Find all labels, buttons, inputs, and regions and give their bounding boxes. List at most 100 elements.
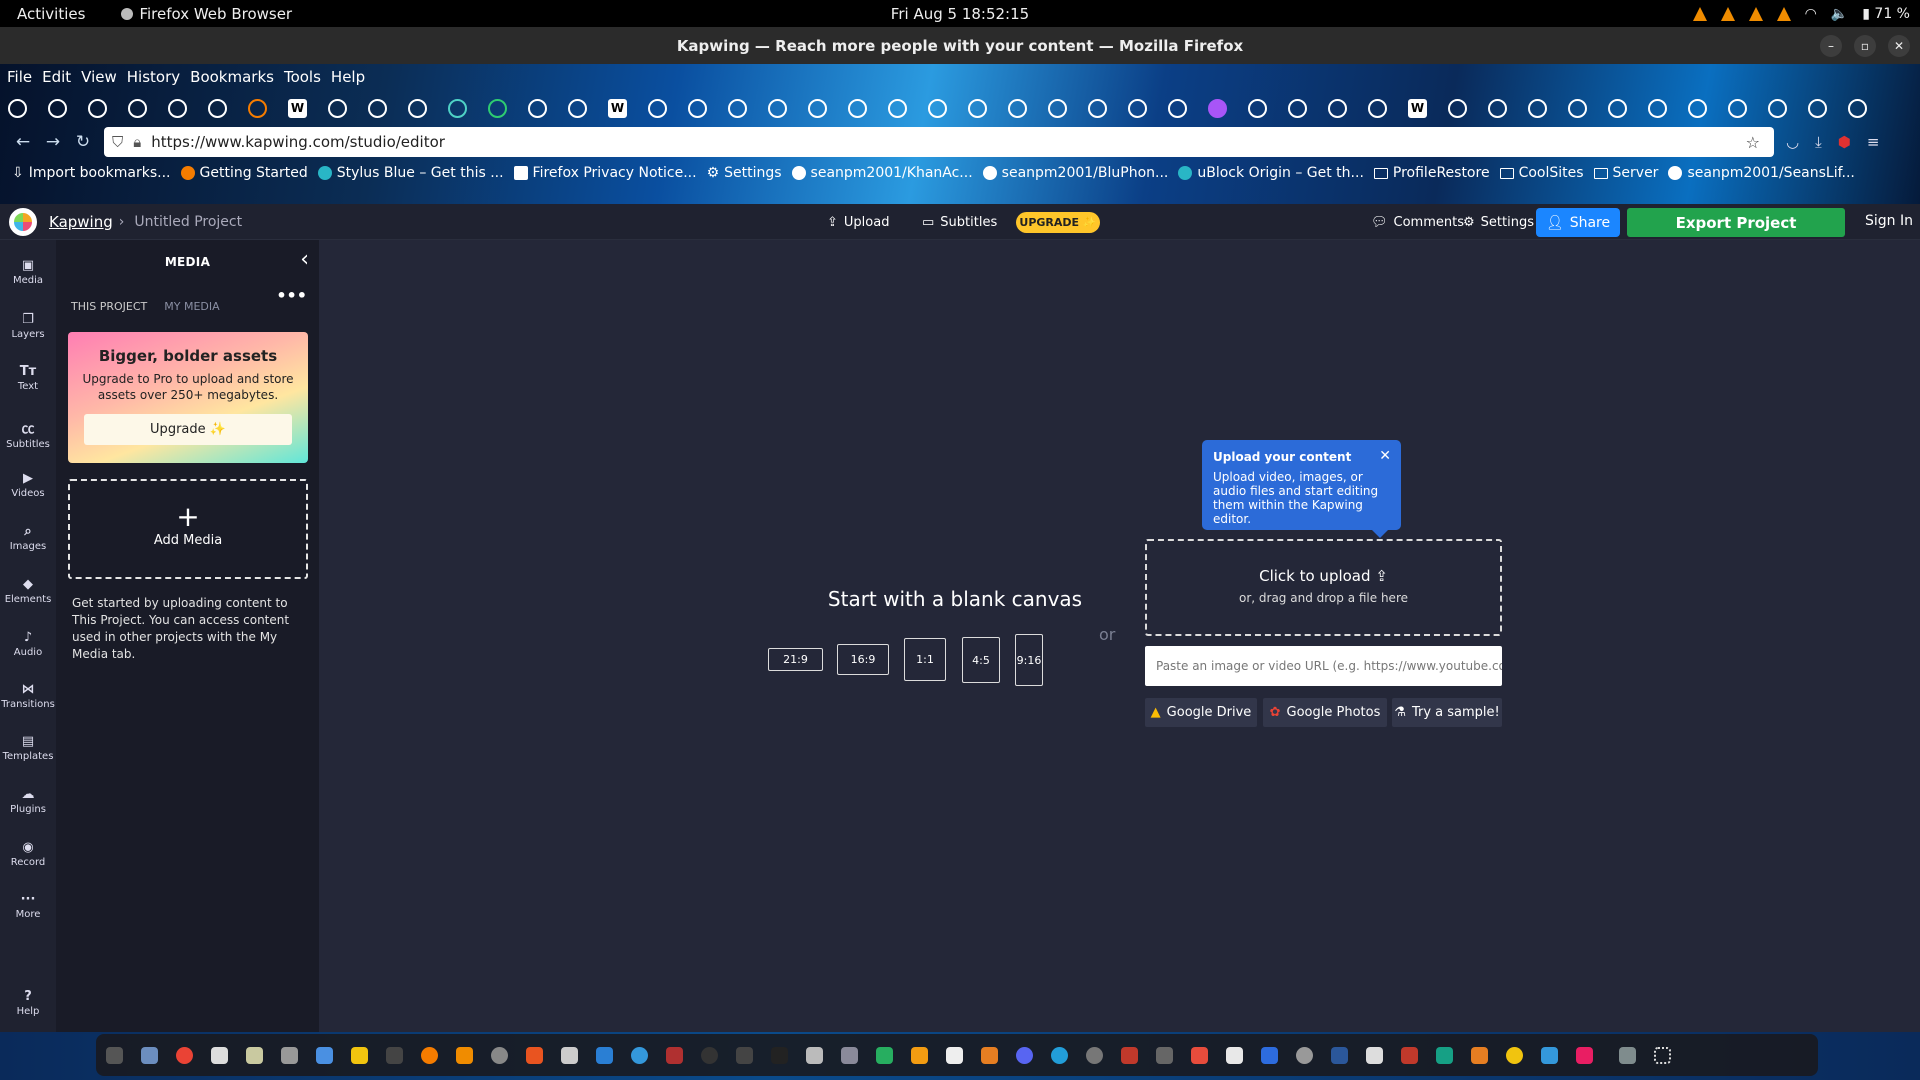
github-tab-icon[interactable] <box>128 98 147 118</box>
monitor-icon[interactable] <box>666 1046 683 1064</box>
add-media-button[interactable]: + Add Media <box>68 479 308 579</box>
help-icon[interactable] <box>631 1046 648 1064</box>
music-app-icon[interactable] <box>1576 1046 1593 1064</box>
pdf-icon[interactable] <box>1121 1046 1138 1064</box>
download-icon[interactable]: ⤓ <box>1815 133 1822 151</box>
github-tab-icon[interactable] <box>808 98 827 118</box>
url-bar[interactable]: ⛉ 🔒︎ https://www.kapwing.com/studio/edit… <box>104 127 1774 157</box>
menu-bookmarks[interactable]: Bookmarks <box>190 68 274 86</box>
vlc-icon[interactable] <box>456 1046 473 1064</box>
github-tab-icon[interactable] <box>1728 98 1747 118</box>
lock-icon[interactable]: 🔒︎ <box>133 133 141 151</box>
text-editor-icon[interactable] <box>211 1046 228 1064</box>
discord-icon[interactable] <box>1016 1046 1033 1064</box>
vlc-icon[interactable] <box>1720 6 1735 21</box>
pen-icon[interactable] <box>561 1046 578 1064</box>
comments-button[interactable]: 💬︎ Comments <box>1371 210 1464 234</box>
github-tab-icon[interactable] <box>1848 98 1867 118</box>
record-app-icon[interactable] <box>1191 1046 1208 1064</box>
github-tab-icon[interactable] <box>1528 98 1547 118</box>
url-text[interactable]: https://www.kapwing.com/studio/editor <box>151 133 445 151</box>
menu-history[interactable]: History <box>127 68 180 86</box>
menu-view[interactable]: View <box>81 68 117 86</box>
minimize-button[interactable]: – <box>1820 34 1842 57</box>
impress-icon[interactable] <box>981 1046 998 1064</box>
hamburger-menu-icon[interactable]: ≡ <box>1867 133 1880 151</box>
github-tab-icon[interactable] <box>968 98 987 118</box>
share-app-icon[interactable] <box>1541 1046 1558 1064</box>
github-tab-icon[interactable] <box>1448 98 1467 118</box>
camera-icon[interactable] <box>841 1046 858 1064</box>
page-icon[interactable] <box>946 1046 963 1064</box>
ublock-icon[interactable]: ⬢ <box>1838 133 1851 151</box>
github-tab-icon[interactable] <box>568 98 587 118</box>
reload-icon[interactable]: ↻ <box>68 132 98 152</box>
bookmark-item[interactable]: uBlock Origin – Get th... <box>1178 165 1364 181</box>
game-icon[interactable] <box>1471 1046 1488 1064</box>
menu-tools[interactable]: Tools <box>284 68 321 86</box>
app-menu[interactable]: Firefox Web Browser <box>121 5 292 23</box>
github-tab-icon[interactable] <box>1048 98 1067 118</box>
github-tab-icon[interactable] <box>168 98 187 118</box>
github-tab-icon[interactable] <box>648 98 667 118</box>
telegram-icon[interactable] <box>1051 1046 1068 1064</box>
rail-videos[interactable]: ▶ Videos <box>0 471 56 499</box>
bookmark-item[interactable]: Getting Started <box>180 165 308 181</box>
subtitles-button[interactable]: ▭ Subtitles <box>922 210 997 234</box>
word-icon[interactable] <box>1331 1046 1348 1064</box>
sign-in-link[interactable]: Sign In <box>1865 213 1913 229</box>
bookmark-folder[interactable]: Server <box>1593 165 1658 181</box>
ratio-21-9-button[interactable]: 21:9 <box>768 648 823 671</box>
tab-my-media[interactable]: MY MEDIA <box>164 300 219 313</box>
github-tab-icon[interactable] <box>1488 98 1507 118</box>
clock[interactable]: Fri Aug 5 18:52:15 <box>891 5 1029 23</box>
github-tab-icon[interactable] <box>208 98 227 118</box>
pocket-icon[interactable]: ◡ <box>1786 133 1799 151</box>
upgrade-button[interactable]: Upgrade ✨ <box>84 414 292 445</box>
vlc-icon[interactable] <box>1776 6 1791 21</box>
google-drive-button[interactable]: ▲ Google Drive <box>1145 698 1257 727</box>
console-icon[interactable] <box>386 1046 403 1064</box>
rail-record[interactable]: ◉ Record <box>0 840 56 868</box>
system-tray[interactable]: ◠ 🔈 ▮ 71 % <box>1692 6 1910 22</box>
tab-this-project[interactable]: THIS PROJECT <box>71 300 147 313</box>
github-tab-icon[interactable] <box>48 98 67 118</box>
github-tab-icon[interactable] <box>1328 98 1347 118</box>
bookmark-item[interactable]: Firefox Privacy Notice... <box>513 165 697 181</box>
rail-more[interactable]: ··· More <box>0 892 56 920</box>
bookmark-star-icon[interactable]: ☆ <box>1746 133 1760 152</box>
github-tab-icon[interactable] <box>928 98 947 118</box>
rail-elements[interactable]: ◆ Elements <box>0 577 56 605</box>
steam-icon[interactable] <box>1086 1046 1103 1064</box>
percent-icon[interactable] <box>1156 1046 1173 1064</box>
rail-media[interactable]: ▣ Media <box>0 258 56 286</box>
rail-subtitles[interactable]: ㏄ Subtitles <box>0 418 56 450</box>
obs-icon[interactable] <box>701 1046 718 1064</box>
vlc-icon[interactable] <box>1748 6 1763 21</box>
menu-help[interactable]: Help <box>331 68 365 86</box>
wikipedia-tab-icon[interactable]: W <box>608 98 627 118</box>
bookmark-item[interactable]: ⇩ Import bookmarks... <box>12 165 171 181</box>
rail-layers[interactable]: ❐ Layers <box>0 312 56 340</box>
export-project-button[interactable]: Export Project <box>1627 208 1845 237</box>
wikipedia-tab-icon[interactable]: W <box>288 98 307 118</box>
media-url-input[interactable] <box>1145 646 1502 686</box>
back-arrow-icon[interactable]: ← <box>8 132 38 152</box>
bookmark-item[interactable]: seanpm2001/BluPhon... <box>982 165 1168 181</box>
screenshot-icon[interactable] <box>281 1046 298 1064</box>
close-icon[interactable]: ✕ <box>1379 448 1391 464</box>
github-tab-icon[interactable] <box>1288 98 1307 118</box>
maximize-button[interactable]: ▫ <box>1854 34 1876 57</box>
github-tab-icon[interactable] <box>1608 98 1627 118</box>
settings-button[interactable]: ⚙ Settings <box>1463 210 1534 234</box>
app-grid-icon[interactable] <box>1654 1046 1671 1064</box>
globe-tab-icon[interactable] <box>88 98 107 118</box>
github-tab-icon[interactable] <box>1008 98 1027 118</box>
kapwing-logo-icon[interactable] <box>9 207 37 236</box>
ratio-16-9-button[interactable]: 16:9 <box>837 644 889 675</box>
google-photos-button[interactable]: ✿ Google Photos <box>1263 698 1387 727</box>
github-tab-icon[interactable] <box>1688 98 1707 118</box>
rail-help[interactable]: ? Help <box>0 989 56 1017</box>
box-icon[interactable] <box>1366 1046 1383 1064</box>
menu-file[interactable]: File <box>7 68 32 86</box>
